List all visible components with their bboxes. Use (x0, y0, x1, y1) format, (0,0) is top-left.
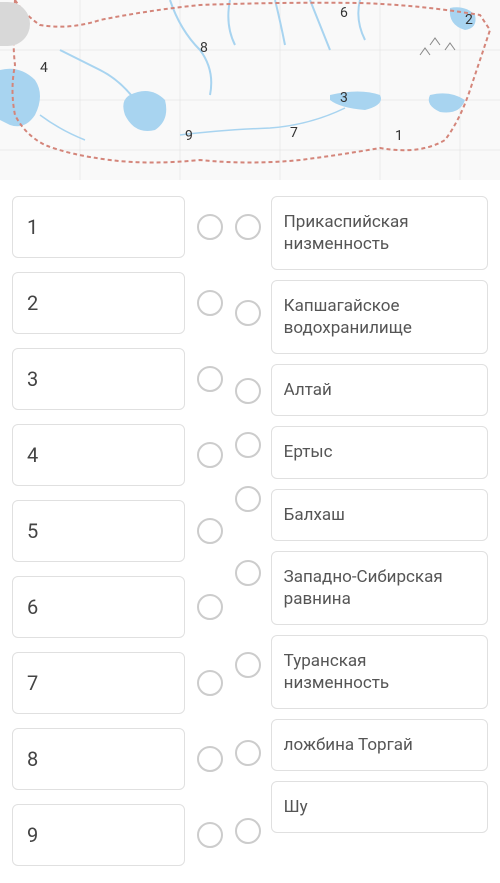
map-number-9: 9 (185, 128, 193, 144)
right-connector-8[interactable] (235, 740, 261, 766)
number-box-5[interactable]: 5 (12, 500, 185, 562)
map-number-7: 7 (290, 125, 298, 141)
number-box-6[interactable]: 6 (12, 576, 185, 638)
answer-box-3[interactable]: Ертыс (271, 426, 488, 478)
answer-box-8[interactable]: Шу (271, 781, 488, 833)
answer-box-6[interactable]: Туранская низменность (271, 635, 488, 709)
right-connector-7[interactable] (235, 652, 261, 678)
number-box-4[interactable]: 4 (12, 424, 185, 486)
answer-box-2[interactable]: Алтай (271, 364, 488, 416)
number-box-1[interactable]: 1 (12, 196, 185, 258)
answers-column: Прикаспийская низменность Капшагайское во… (271, 196, 488, 866)
connectors-area (197, 196, 259, 866)
number-box-7[interactable]: 7 (12, 652, 185, 714)
answer-box-5[interactable]: Западно-Сибирская равнина (271, 551, 488, 625)
right-connector-6[interactable] (235, 560, 261, 586)
number-box-8[interactable]: 8 (12, 728, 185, 790)
left-connector-4[interactable] (197, 442, 223, 468)
answer-box-7[interactable]: ложбина Торгай (271, 719, 488, 771)
left-connector-1[interactable] (197, 214, 223, 240)
left-connector-5[interactable] (197, 518, 223, 544)
map-number-2: 2 (465, 12, 473, 28)
left-connector-7[interactable] (197, 670, 223, 696)
map-number-6: 6 (340, 5, 348, 21)
right-connector-5[interactable] (235, 486, 261, 512)
map-number-3: 3 (340, 90, 348, 106)
number-box-9[interactable]: 9 (12, 804, 185, 866)
left-connector-9[interactable] (197, 822, 223, 848)
right-connector-4[interactable] (235, 432, 261, 458)
map-container: 1 2 3 4 6 7 8 9 (0, 0, 500, 180)
answer-box-0[interactable]: Прикаспийская низменность (271, 196, 488, 270)
map-number-1: 1 (395, 128, 403, 144)
numbers-column: 1 2 3 4 5 6 7 8 9 (12, 196, 185, 866)
answer-box-4[interactable]: Балхаш (271, 489, 488, 541)
number-box-3[interactable]: 3 (12, 348, 185, 410)
map-number-4: 4 (40, 60, 48, 76)
right-connector-2[interactable] (235, 300, 261, 326)
matching-exercise: 1 2 3 4 5 6 7 8 9 Прикаспийская низменность Капша… (0, 180, 500, 882)
map-image (0, 0, 500, 180)
map-number-8: 8 (200, 40, 208, 56)
left-connector-8[interactable] (197, 746, 223, 772)
right-connector-1[interactable] (235, 214, 261, 240)
right-connector-9[interactable] (235, 818, 261, 844)
answer-box-1[interactable]: Капшагайское водохранилище (271, 280, 488, 354)
right-connector-3[interactable] (235, 378, 261, 404)
left-connector-6[interactable] (197, 594, 223, 620)
number-box-2[interactable]: 2 (12, 272, 185, 334)
left-connector-2[interactable] (197, 290, 223, 316)
left-connector-3[interactable] (197, 366, 223, 392)
